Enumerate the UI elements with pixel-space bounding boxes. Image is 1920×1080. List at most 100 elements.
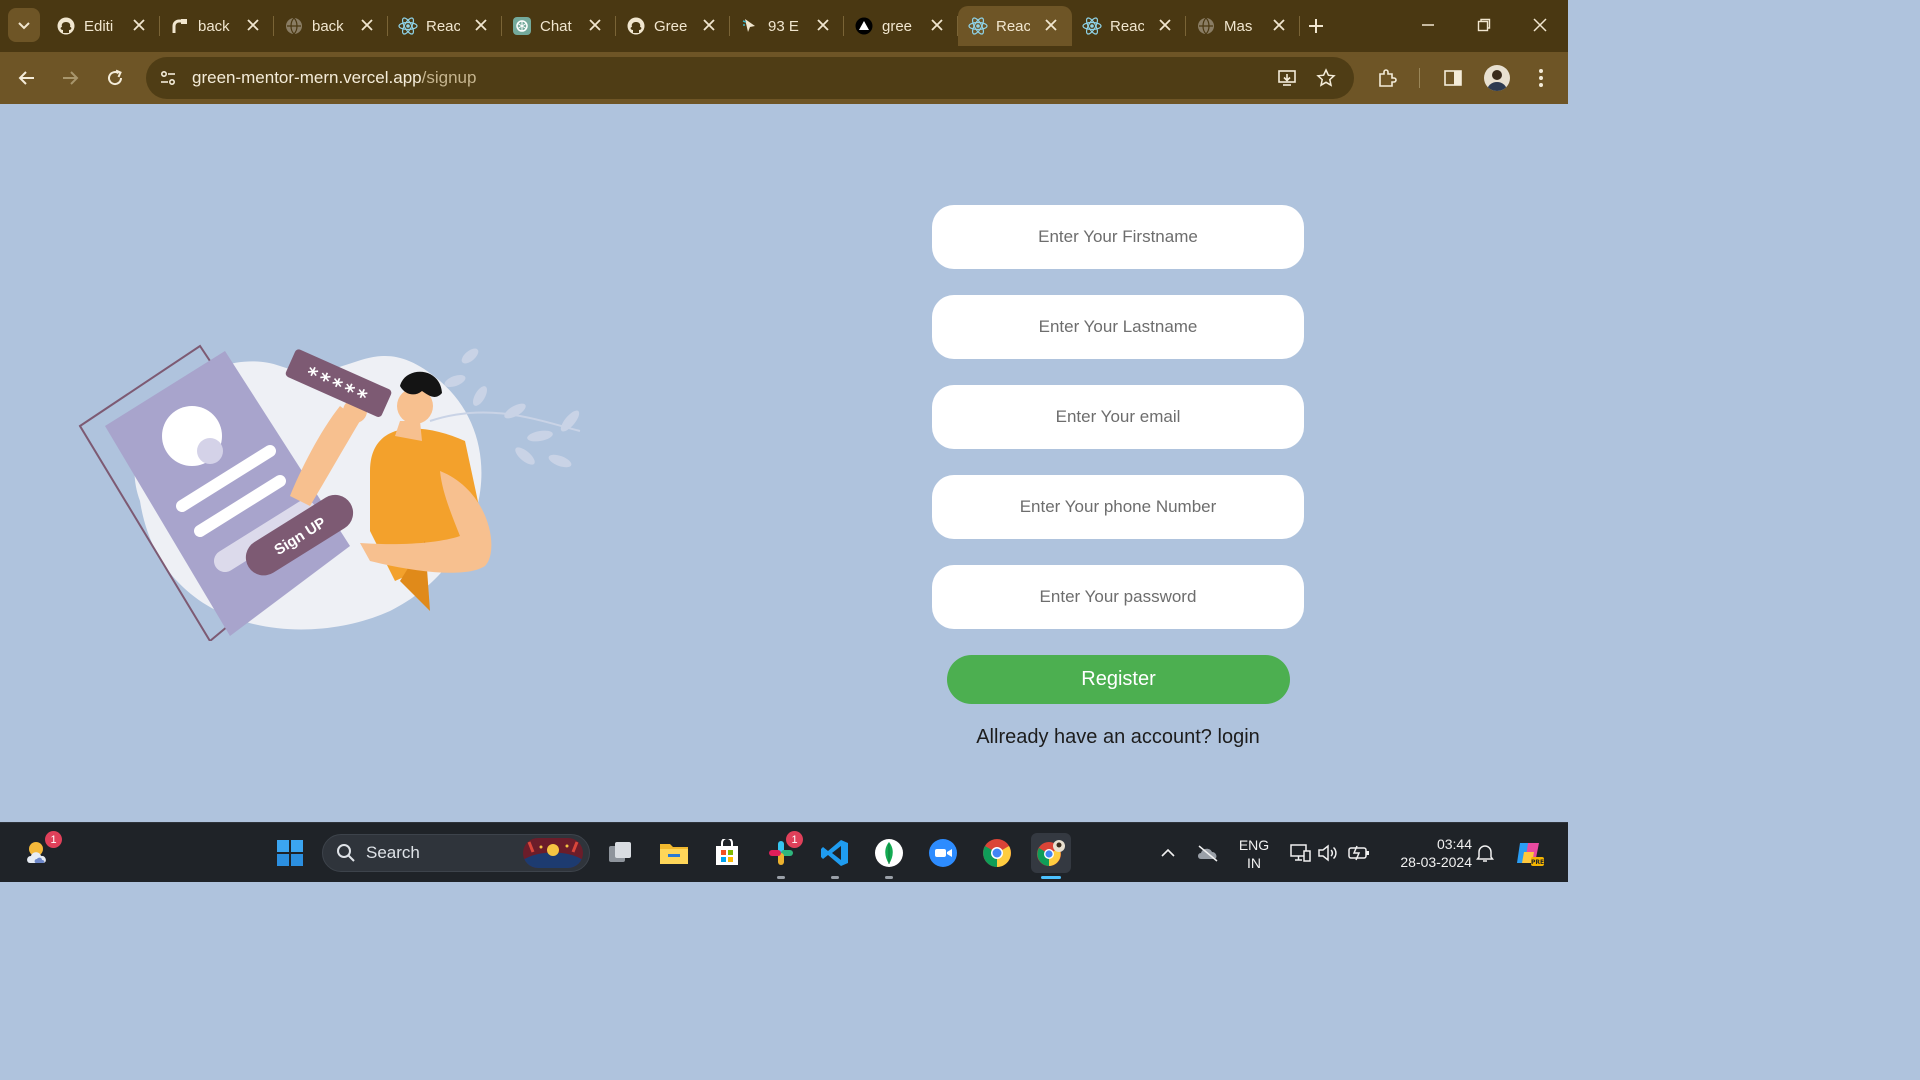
volume-icon — [1318, 844, 1337, 862]
chevron-down-icon — [18, 22, 30, 30]
tab-title: Reac — [426, 17, 460, 35]
signup-form: Register Allready have an account? login — [932, 205, 1304, 749]
taskbar-search[interactable]: Search — [322, 834, 590, 872]
chrome-profile-button[interactable] — [1031, 833, 1071, 879]
weather-widget[interactable]: 1 — [20, 831, 62, 873]
running-indicator — [885, 876, 893, 879]
browser-tab[interactable]: Reac — [1072, 6, 1186, 46]
tab-strip: Editi back back Reac Chat Gree 93 E gree Reac Rea… — [46, 6, 1300, 46]
close-icon — [703, 19, 715, 31]
close-tab-button[interactable] — [358, 16, 376, 34]
chrome-button[interactable] — [977, 833, 1017, 873]
globe-icon — [284, 16, 304, 36]
phone-input[interactable] — [932, 475, 1304, 539]
lastname-input[interactable] — [932, 295, 1304, 359]
browser-tab[interactable]: Editi — [46, 6, 160, 46]
close-tab-button[interactable] — [1270, 16, 1288, 34]
close-tab-button[interactable] — [586, 16, 604, 34]
close-tab-button[interactable] — [1156, 16, 1174, 34]
browser-tab[interactable]: back — [160, 6, 274, 46]
browser-menu-button[interactable] — [1525, 62, 1557, 94]
browser-tab[interactable]: Mas — [1186, 6, 1300, 46]
signup-illustration: Sign UP ***** — [78, 344, 581, 641]
close-tab-button[interactable] — [244, 16, 262, 34]
start-button[interactable] — [270, 833, 310, 873]
render-icon — [170, 16, 190, 36]
extensions-button[interactable] — [1371, 62, 1403, 94]
notifications-button[interactable] — [1465, 833, 1505, 873]
arrow-left-icon — [18, 71, 34, 85]
login-prompt-text: Allready have an account? — [976, 726, 1212, 748]
clock[interactable]: 03:44 28-03-2024 — [1384, 835, 1472, 871]
profile-avatar[interactable] — [1484, 65, 1510, 91]
browser-tab[interactable]: back — [274, 6, 388, 46]
running-indicator — [831, 876, 839, 879]
browser-tab[interactable]: Reac — [958, 6, 1072, 46]
task-view-icon — [609, 842, 631, 862]
folder-icon — [660, 844, 688, 864]
close-icon — [1273, 19, 1285, 31]
slack-button[interactable]: 1 — [761, 831, 803, 879]
password-input[interactable] — [932, 565, 1304, 629]
language-indicator[interactable]: ENG IN — [1234, 836, 1274, 872]
zoom-button[interactable] — [923, 833, 963, 873]
address-bar[interactable]: green-mentor-mern.vercel.app/signup — [146, 57, 1354, 99]
task-view-button[interactable] — [600, 833, 640, 873]
browser-tab[interactable]: Chat — [502, 6, 616, 46]
close-tab-button[interactable] — [928, 16, 946, 34]
back-button[interactable] — [11, 62, 43, 94]
email-input[interactable] — [932, 385, 1304, 449]
mongodb-compass-button[interactable] — [869, 833, 909, 879]
url-path: /signup — [421, 68, 477, 87]
search-highlight-image — [523, 838, 583, 868]
tab-title: 93 E — [768, 17, 799, 35]
close-window-button[interactable] — [1525, 10, 1555, 40]
url-host: green-mentor-mern.vercel.app — [192, 68, 422, 87]
github-icon — [56, 16, 76, 36]
side-panel-button[interactable] — [1437, 62, 1469, 94]
globe-icon — [1196, 16, 1216, 36]
file-explorer-button[interactable] — [654, 833, 694, 873]
react-icon — [398, 16, 418, 36]
close-icon — [1159, 19, 1171, 31]
copilot-button[interactable]: PRE — [1509, 833, 1549, 873]
browser-tab[interactable]: gree — [844, 6, 958, 46]
browser-tab[interactable]: Gree — [616, 6, 730, 46]
reload-button[interactable] — [99, 62, 131, 94]
register-button[interactable]: Register — [947, 655, 1290, 704]
close-icon — [817, 19, 829, 31]
new-tab-button[interactable] — [1302, 12, 1330, 40]
forward-button[interactable] — [54, 62, 86, 94]
tab-search-button[interactable] — [8, 8, 40, 42]
show-hidden-icons-button[interactable] — [1148, 833, 1188, 873]
slack-badge: 1 — [786, 831, 803, 848]
active-indicator — [1041, 876, 1061, 879]
login-link[interactable]: login — [1218, 726, 1260, 748]
minimize-button[interactable] — [1413, 10, 1443, 40]
chrome-icon — [983, 839, 1011, 867]
tab-title: Reac — [996, 17, 1030, 35]
browser-tab[interactable]: 93 E — [730, 6, 844, 46]
microsoft-store-button[interactable] — [707, 833, 747, 873]
site-info-button[interactable] — [152, 62, 184, 94]
browser-tab[interactable]: Reac — [388, 6, 502, 46]
close-tab-button[interactable] — [130, 16, 148, 34]
bookmark-button[interactable] — [1311, 63, 1341, 93]
firstname-input[interactable] — [932, 205, 1304, 269]
close-tab-button[interactable] — [1042, 16, 1060, 34]
vscode-button[interactable] — [815, 833, 855, 879]
install-app-button[interactable] — [1272, 63, 1302, 93]
battery-button[interactable] — [1339, 833, 1379, 873]
arrow-right-icon — [63, 71, 79, 85]
close-tab-button[interactable] — [814, 16, 832, 34]
github-icon — [626, 16, 646, 36]
react-icon — [1082, 16, 1102, 36]
tab-title: Editi — [84, 17, 114, 35]
close-tab-button[interactable] — [700, 16, 718, 34]
close-icon — [931, 19, 943, 31]
cursor-icon — [740, 16, 760, 36]
language-line1: ENG — [1238, 837, 1270, 853]
onedrive-button[interactable] — [1188, 833, 1228, 873]
restore-button[interactable] — [1469, 10, 1499, 40]
close-tab-button[interactable] — [472, 16, 490, 34]
